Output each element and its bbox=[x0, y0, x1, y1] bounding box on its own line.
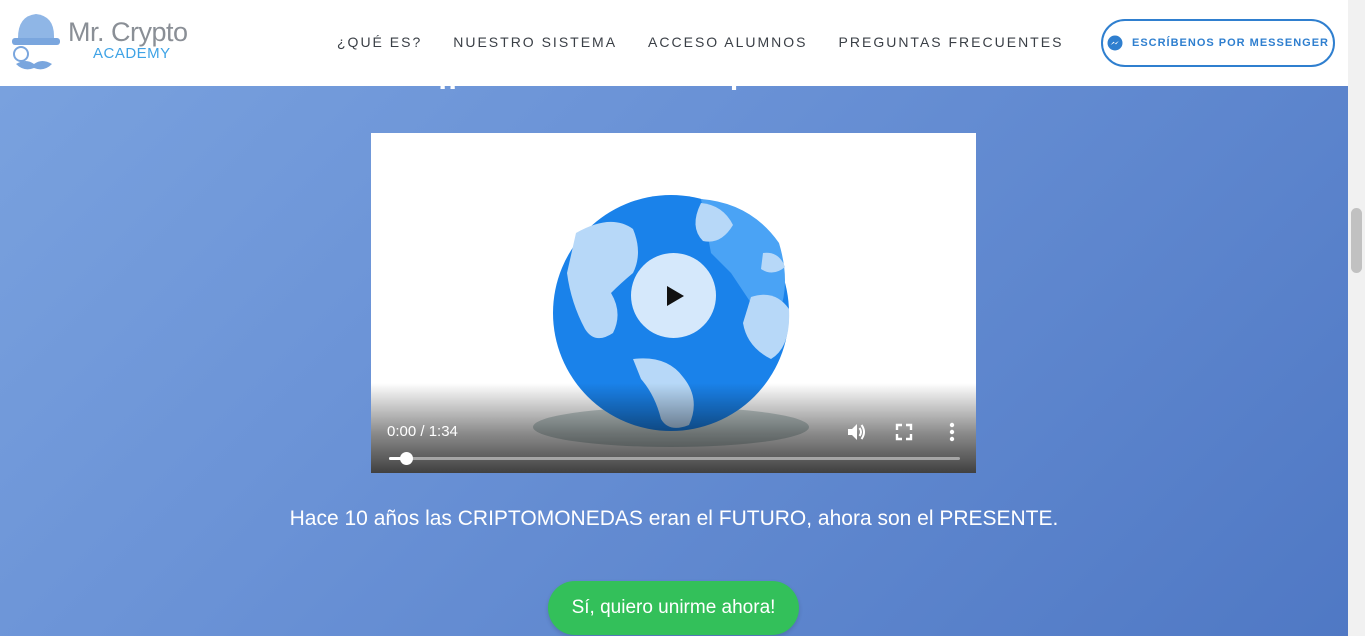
logo-title: Mr. Crypto bbox=[68, 17, 188, 47]
main-nav: ¿QUÉ ES? NUESTRO SISTEMA ACCESO ALUMNOS … bbox=[337, 34, 1094, 50]
volume-icon[interactable] bbox=[845, 421, 867, 443]
scrollbar[interactable] bbox=[1348, 0, 1365, 636]
video-player[interactable]: 0:00 / 1:34 bbox=[371, 133, 976, 473]
logo-mascot-icon bbox=[12, 14, 60, 70]
nav-item-nuestro-sistema[interactable]: NUESTRO SISTEMA bbox=[453, 34, 617, 50]
messenger-button[interactable]: ESCRÍBENOS POR MESSENGER bbox=[1101, 19, 1335, 67]
play-icon bbox=[666, 285, 684, 306]
page: ¡¡ Bienvenidos al 'Experimento' !! Mr. C… bbox=[0, 0, 1348, 636]
more-options-icon[interactable] bbox=[941, 421, 963, 443]
video-progress-bar[interactable] bbox=[389, 452, 960, 465]
join-now-button[interactable]: Sí, quiero unirme ahora! bbox=[548, 581, 799, 635]
messenger-button-label: ESCRÍBENOS POR MESSENGER bbox=[1132, 37, 1329, 49]
site-header: Mr. Crypto ACADEMY ¿QUÉ ES? NUESTRO SIST… bbox=[0, 0, 1348, 86]
logo-subtitle: ACADEMY bbox=[93, 45, 171, 62]
hero-tagline: Hace 10 años las CRIPTOMONEDAS eran el F… bbox=[289, 507, 1059, 530]
logo[interactable]: Mr. Crypto ACADEMY bbox=[8, 10, 198, 76]
play-button[interactable] bbox=[631, 253, 716, 338]
nav-item-que-es[interactable]: ¿QUÉ ES? bbox=[337, 34, 422, 50]
nav-item-preguntas-frecuentes[interactable]: PREGUNTAS FRECUENTES bbox=[839, 34, 1064, 50]
messenger-icon bbox=[1107, 35, 1123, 51]
fullscreen-icon[interactable] bbox=[893, 421, 915, 443]
video-time: 0:00 / 1:34 bbox=[387, 423, 458, 440]
scrollbar-thumb[interactable] bbox=[1351, 208, 1362, 273]
nav-item-acceso-alumnos[interactable]: ACCESO ALUMNOS bbox=[648, 34, 807, 50]
